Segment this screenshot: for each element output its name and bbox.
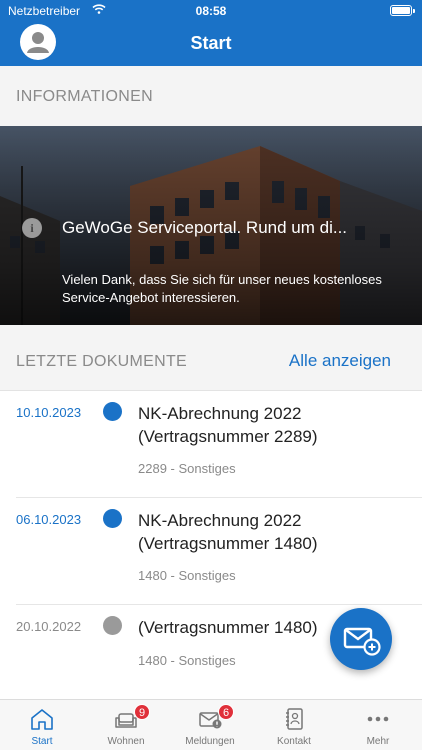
battery-icon: [390, 5, 415, 16]
tab-label: Mehr: [366, 736, 390, 747]
unread-count-badge: 9: [134, 704, 150, 720]
tab-bar: Start 9 Wohnen 6 Meldungen Kontakt Mehr: [0, 699, 422, 750]
mail-add-icon: [343, 627, 381, 656]
app-header: Netzbetreiber 08:58 Start: [0, 0, 422, 66]
document-title: NK-Abrechnung 2022 (Vertragsnummer 1480): [138, 511, 318, 553]
info-section-label: INFORMATIONEN: [16, 88, 153, 105]
info-icon: i: [22, 218, 42, 238]
tab-label: Start: [31, 736, 53, 747]
tab-meldungen[interactable]: 6 Meldungen: [168, 700, 252, 750]
info-card-title: GeWoGe Serviceportal. Rund um di...: [62, 218, 348, 237]
document-meta: 1480 - Sonstiges: [138, 653, 236, 668]
info-card-description: Vielen Dank, dass Sie sich für unser neu…: [62, 272, 382, 305]
unread-status-dot: [103, 402, 122, 421]
document-meta: 2289 - Sonstiges: [138, 461, 236, 476]
tab-label: Kontakt: [277, 736, 311, 747]
tab-wohnen[interactable]: 9 Wohnen: [84, 700, 168, 750]
tab-mehr[interactable]: Mehr: [336, 700, 420, 750]
read-status-dot: [103, 616, 122, 635]
document-meta: 1480 - Sonstiges: [138, 568, 236, 583]
document-date: 06.10.2023: [16, 512, 82, 527]
home-icon: [31, 709, 53, 730]
more-dots-icon: [367, 716, 389, 722]
document-title: NK-Abrechnung 2022 (Vertragsnummer 2289): [138, 404, 318, 446]
page-title: Start: [190, 33, 232, 53]
info-card[interactable]: i GeWoGe Serviceportal. Rund um di... Vi…: [0, 126, 422, 325]
document-row[interactable]: 06.10.2023 NK-Abrechnung 2022 (Vertragsn…: [0, 498, 422, 605]
contacts-book-icon: [286, 708, 303, 730]
unread-status-dot: [103, 509, 122, 528]
document-date: 10.10.2023: [16, 405, 82, 420]
tab-label: Wohnen: [107, 736, 145, 747]
document-date: 20.10.2022: [16, 619, 82, 634]
tab-kontakt[interactable]: Kontakt: [252, 700, 336, 750]
show-all-documents-link[interactable]: Alle anzeigen: [289, 351, 391, 371]
documents-section-header: LETZTE DOKUMENTE Alle anzeigen: [0, 325, 422, 391]
documents-section-label: LETZTE DOKUMENTE: [16, 353, 188, 370]
document-row[interactable]: 10.10.2023 NK-Abrechnung 2022 (Vertragsn…: [0, 391, 422, 498]
status-bar: Netzbetreiber 08:58: [0, 0, 422, 22]
info-section-header: INFORMATIONEN: [0, 66, 422, 126]
unread-count-badge: 6: [218, 704, 234, 720]
new-message-button[interactable]: [330, 608, 392, 670]
clock: 08:58: [195, 4, 227, 18]
tab-label: Meldungen: [185, 736, 235, 747]
tab-start[interactable]: Start: [0, 700, 84, 750]
